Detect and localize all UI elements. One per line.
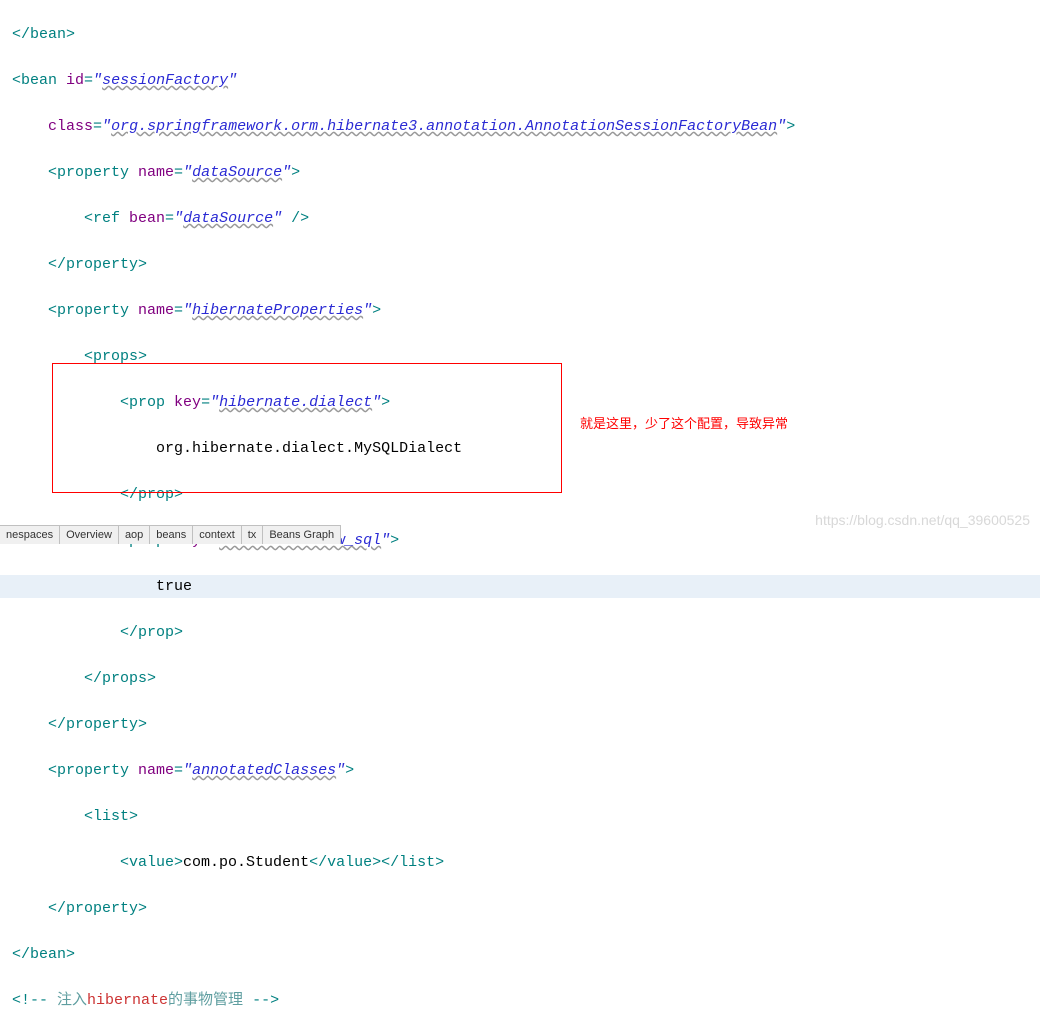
xml-tag: </bean> [12, 26, 75, 43]
xml-value: "org.springframework.orm.hibernate3.anno… [102, 118, 786, 135]
code-line: </bean> [0, 23, 1040, 46]
code-line: <ref bean="dataSource" /> [0, 207, 1040, 230]
code-line: </property> [0, 253, 1040, 276]
editor-tabs: nespaces Overview aop beans context tx B… [0, 525, 341, 544]
tab-context[interactable]: context [193, 526, 241, 544]
code-line: </property> [0, 897, 1040, 920]
xml-value: "sessionFactory" [93, 72, 237, 89]
code-line: </props> [0, 667, 1040, 690]
watermark-text: https://blog.csdn.net/qq_39600525 [815, 512, 1030, 528]
code-line: </prop> [0, 483, 1040, 506]
tab-aop[interactable]: aop [119, 526, 150, 544]
annotation-text: 就是这里，少了这个配置，导致异常 [580, 413, 788, 432]
tab-beans-graph[interactable]: Beans Graph [263, 526, 341, 544]
code-line: class="org.springframework.orm.hibernate… [0, 115, 1040, 138]
tab-tx[interactable]: tx [242, 526, 264, 544]
tab-namespaces[interactable]: nespaces [0, 526, 60, 544]
code-line: <!-- 注入hibernate的事物管理 --> [0, 989, 1040, 1012]
code-line: <prop key="hibernate.dialect"> [0, 391, 1040, 414]
code-line: <property name="hibernateProperties"> [0, 299, 1040, 322]
tab-overview[interactable]: Overview [60, 526, 119, 544]
code-line: <value>com.po.Student</value></list> [0, 851, 1040, 874]
code-line: <props> [0, 345, 1040, 368]
code-line: </prop> [0, 621, 1040, 644]
code-line: </property> [0, 713, 1040, 736]
code-line: <list> [0, 805, 1040, 828]
xml-tag: <bean [12, 72, 66, 89]
equals: = [84, 72, 93, 89]
xml-attr: id [66, 72, 84, 89]
xml-attr: class [48, 118, 93, 135]
code-line: <bean id="sessionFactory" [0, 69, 1040, 92]
code-line: </bean> [0, 943, 1040, 966]
code-line: <property name="annotatedClasses"> [0, 759, 1040, 782]
code-line: <property name="dataSource"> [0, 161, 1040, 184]
code-line: org.hibernate.dialect.MySQLDialect [0, 437, 1040, 460]
code-line-highlighted: true [0, 575, 1040, 598]
tab-beans[interactable]: beans [150, 526, 193, 544]
